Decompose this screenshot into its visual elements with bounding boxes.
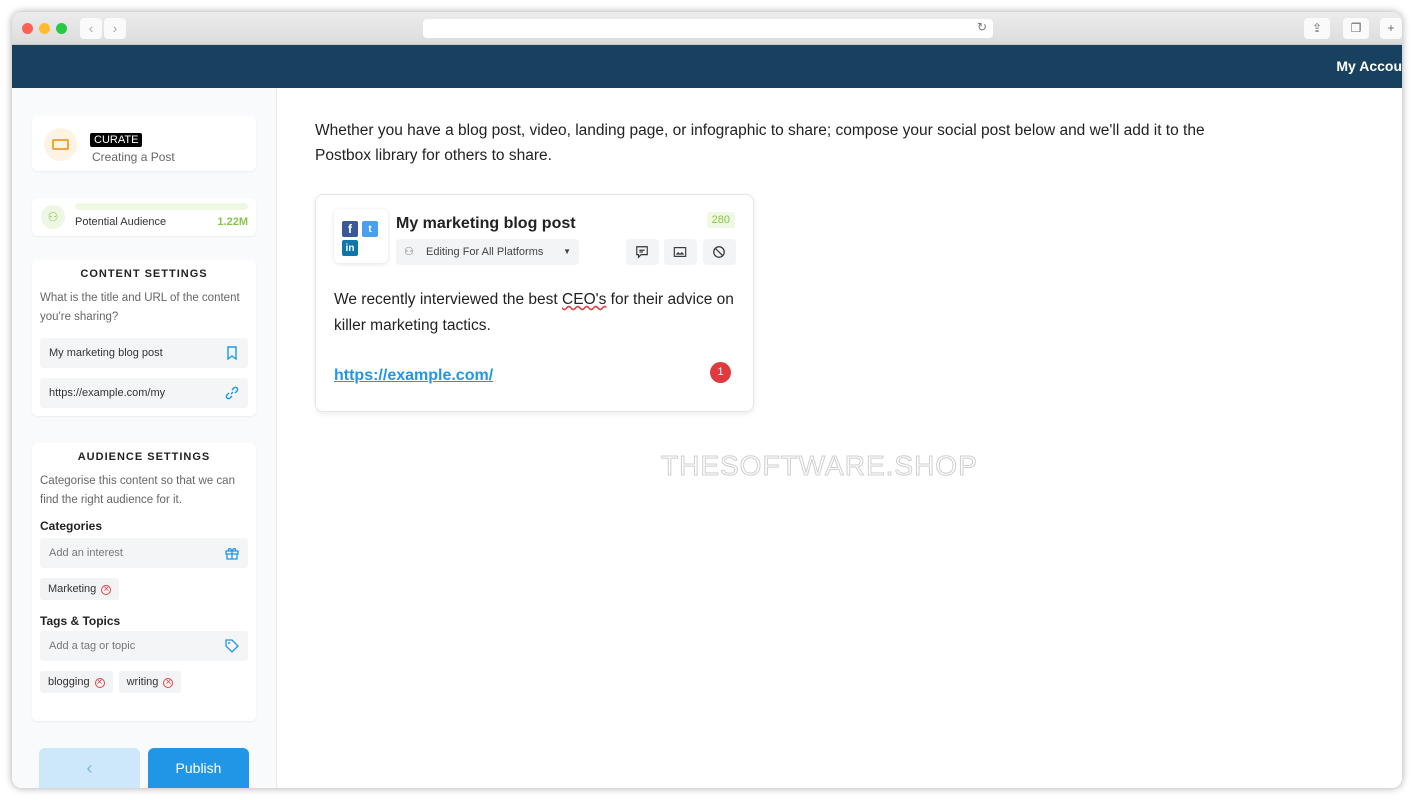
reload-icon[interactable]: ↻ [977, 20, 987, 34]
browser-forward-button[interactable]: › [104, 18, 126, 39]
remove-chip-icon[interactable]: × [94, 678, 105, 688]
categories-input[interactable]: Add an interest [40, 538, 248, 568]
back-button[interactable]: ‹ [39, 748, 140, 788]
chip-label: Marketing [48, 583, 97, 595]
tag-chip: writing × [118, 671, 182, 693]
remove-chip-icon[interactable]: × [101, 585, 112, 595]
platform-select[interactable]: ⚇ Editing For All Platforms ▼ [396, 239, 579, 265]
content-settings-description: What is the title and URL of the content… [40, 292, 240, 323]
audience-bar [75, 203, 248, 210]
chip-label: writing [126, 676, 159, 688]
remove-chip-icon[interactable]: × [163, 678, 174, 688]
tags-input[interactable]: Add a tag or topic [40, 631, 248, 661]
audience-settings-title: AUDIENCE SETTINGS [77, 451, 211, 463]
new-tab-button[interactable]: + [1380, 18, 1402, 39]
facebook-icon: f [342, 221, 358, 237]
link-icon [225, 386, 239, 400]
content-settings: CONTENT SETTINGS What is the title and U… [32, 260, 256, 416]
twitter-icon: t [362, 221, 378, 237]
misspelled-word[interactable]: CEO's [562, 291, 606, 308]
block-icon [713, 246, 725, 258]
audience-value: 1.22M [217, 216, 248, 228]
char-count: 280 [706, 212, 735, 228]
book-icon [44, 128, 77, 161]
audience-card: ⚇ Potential Audience 1.22M [32, 198, 256, 236]
main-content: Whether you have a blog post, video, lan… [278, 88, 1402, 788]
tabs-button[interactable]: ❐ [1343, 18, 1369, 39]
mode-card: CURATE Creating a Post [32, 116, 256, 171]
audience-label: Potential Audience [75, 216, 167, 228]
content-settings-title: CONTENT SETTINGS [80, 268, 208, 280]
image-button[interactable] [664, 239, 697, 265]
categories-placeholder: Add an interest [49, 547, 123, 559]
tag-icon [225, 639, 239, 653]
browser-window: ‹ › ↻ ⇪ ❐ + My Accou CURATE Creating a P… [12, 12, 1402, 788]
mode-title: Creating a Post [92, 150, 175, 164]
linkedin-icon: in [342, 240, 358, 256]
caret-down-icon: ▼ [563, 247, 571, 256]
content-title-input[interactable]: My marketing blog post [40, 338, 248, 368]
content-url-value: https://example.com/my [49, 387, 166, 399]
notification-badge[interactable]: 1 [710, 362, 731, 383]
tags-placeholder: Add a tag or topic [49, 640, 136, 652]
bookmark-icon [227, 346, 237, 361]
audience-settings: AUDIENCE SETTINGS Categorise this conten… [32, 443, 256, 721]
maximize-window-button[interactable] [56, 23, 67, 34]
post-body[interactable]: We recently interviewed the best CEO's f… [334, 287, 744, 339]
browser-back-button[interactable]: ‹ [80, 18, 102, 39]
audience-settings-description: Categorise this content so that we can f… [40, 475, 235, 506]
users-icon: ⚇ [404, 246, 414, 258]
post-link[interactable]: https://example.com/ [334, 367, 493, 385]
content-title-value: My marketing blog post [49, 347, 163, 359]
share-button[interactable]: ⇪ [1304, 18, 1330, 39]
platform-icons: f t in [334, 209, 388, 263]
post-composer: f t in My marketing blog post 280 ⚇ Edit… [315, 194, 754, 412]
close-window-button[interactable] [22, 23, 33, 34]
category-chip: Marketing × [40, 578, 120, 600]
comment-icon [636, 246, 648, 259]
app-header: My Accou [12, 45, 1402, 88]
mode-badge: CURATE [90, 133, 143, 147]
tags-label: Tags & Topics [40, 614, 121, 628]
disable-button[interactable] [703, 239, 736, 265]
browser-titlebar: ‹ › ↻ ⇪ ❐ + [12, 12, 1402, 45]
platform-select-value: Editing For All Platforms [426, 246, 544, 258]
sidebar: CURATE Creating a Post ⚇ Potential Audie… [12, 88, 277, 788]
categories-label: Categories [40, 519, 103, 533]
content-url-input[interactable]: https://example.com/my [40, 378, 248, 408]
address-bar[interactable]: ↻ [423, 19, 993, 38]
gift-icon [225, 548, 239, 560]
intro-text: Whether you have a blog post, video, lan… [315, 122, 1205, 164]
image-icon [673, 247, 687, 257]
publish-button[interactable]: Publish [148, 748, 249, 788]
minimize-window-button[interactable] [39, 23, 50, 34]
tag-chip: blogging × [40, 671, 113, 693]
post-body-text: We recently interviewed the best [334, 291, 563, 308]
watermark: THESOFTWARE.SHOP [661, 450, 978, 482]
group-icon: ⚇ [41, 205, 65, 229]
tags-chips: blogging × writing × [32, 661, 256, 693]
chip-label: blogging [48, 676, 90, 688]
post-title: My marketing blog post [396, 215, 576, 232]
comment-button[interactable] [626, 239, 659, 265]
my-account-menu[interactable]: My Accou [1336, 58, 1402, 74]
categories-chips: Marketing × [32, 568, 256, 600]
